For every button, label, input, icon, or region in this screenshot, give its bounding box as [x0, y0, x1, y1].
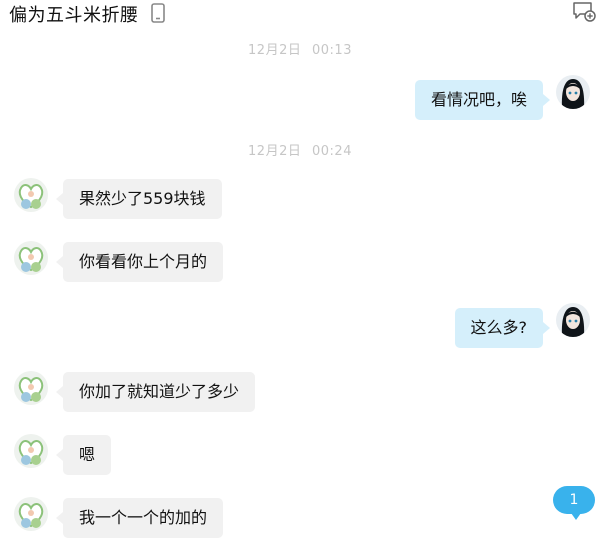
avatar-contact[interactable] [14, 434, 48, 468]
message-bubble-incoming[interactable]: 你加了就知道少了多少 [55, 372, 256, 412]
message-timestamp: 12月2日 00:13 [0, 39, 600, 58]
message-text: 你看看你上个月的 [79, 252, 208, 271]
avatar-self[interactable] [556, 75, 590, 109]
avatar-contact[interactable] [14, 497, 48, 531]
message-bubble-incoming[interactable]: 我一个一个的加的 [55, 498, 224, 538]
unread-count-badge[interactable]: 1 [553, 486, 595, 520]
unread-count: 1 [569, 492, 579, 508]
avatar-self[interactable] [556, 303, 590, 337]
timestamp-date: 12月2日 [248, 144, 302, 159]
phone-icon[interactable] [151, 3, 165, 27]
message-bubble-incoming[interactable]: 果然少了559块钱 [56, 179, 222, 219]
avatar-contact[interactable] [14, 178, 48, 212]
message-bubble-incoming[interactable]: 嗯 [55, 435, 112, 475]
chat-title: 偏为五斗米折腰 [9, 5, 139, 26]
compose-icon[interactable] [572, 1, 596, 27]
message-bubble-outgoing[interactable]: 看情况吧，唉 [414, 80, 551, 120]
message-text: 嗯 [79, 445, 96, 464]
message-bubble-outgoing[interactable]: 这么多? [454, 308, 550, 348]
timestamp-time: 00:13 [312, 43, 352, 58]
message-text: 你加了就知道少了多少 [79, 382, 240, 401]
message-timestamp: 12月2日 00:24 [0, 140, 600, 159]
avatar-contact[interactable] [14, 371, 48, 405]
message-text: 果然少了559块钱 [79, 189, 206, 208]
message-bubble-incoming[interactable]: 你看看你上个月的 [55, 242, 224, 282]
timestamp-time: 00:24 [312, 144, 352, 159]
timestamp-date: 12月2日 [248, 43, 302, 58]
avatar-contact[interactable] [14, 241, 48, 275]
message-text: 看情况吧，唉 [430, 90, 527, 109]
message-text: 这么多? [470, 318, 528, 337]
chat-header: 偏为五斗米折腰 [0, 0, 600, 26]
message-text: 我一个一个的加的 [79, 508, 208, 527]
